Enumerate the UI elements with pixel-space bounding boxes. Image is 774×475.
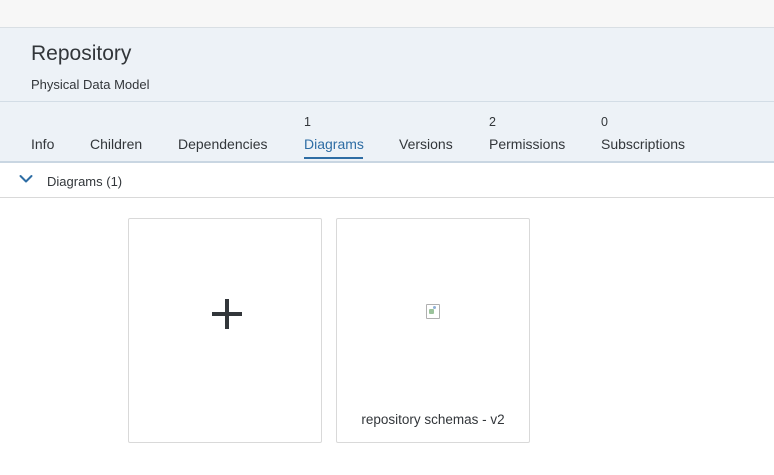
top-bar (0, 0, 774, 28)
tab-label: Info (31, 136, 55, 152)
tab-label: Permissions (489, 136, 566, 152)
page-subtitle: Physical Data Model (31, 77, 150, 92)
section-title: Diagrams (1) (47, 174, 123, 189)
diagrams-section-header[interactable]: Diagrams (1) (0, 163, 774, 198)
diagram-thumbnail-icon (426, 304, 440, 319)
tab-label: Children (90, 136, 143, 152)
tab-label: Diagrams (304, 136, 364, 152)
tab-count: 2 (489, 115, 496, 129)
object-header: Repository Physical Data Model (0, 28, 774, 102)
tab-label: Versions (399, 136, 453, 152)
diagram-name: repository schemas - v2 (361, 412, 505, 427)
tab-bar: Info Children Dependencies 1 Diagrams Ve… (0, 102, 774, 163)
chevron-down-icon (19, 175, 33, 183)
diagram-card[interactable]: repository schemas - v2 (336, 218, 530, 443)
add-diagram-card[interactable] (128, 218, 322, 443)
tab-count: 0 (601, 115, 608, 129)
plus-icon (212, 299, 242, 329)
tab-label: Subscriptions (601, 136, 686, 152)
tab-label: Dependencies (178, 136, 268, 152)
tab-count: 1 (304, 115, 311, 129)
page-title: Repository (31, 42, 132, 65)
active-tab-indicator (304, 157, 363, 159)
